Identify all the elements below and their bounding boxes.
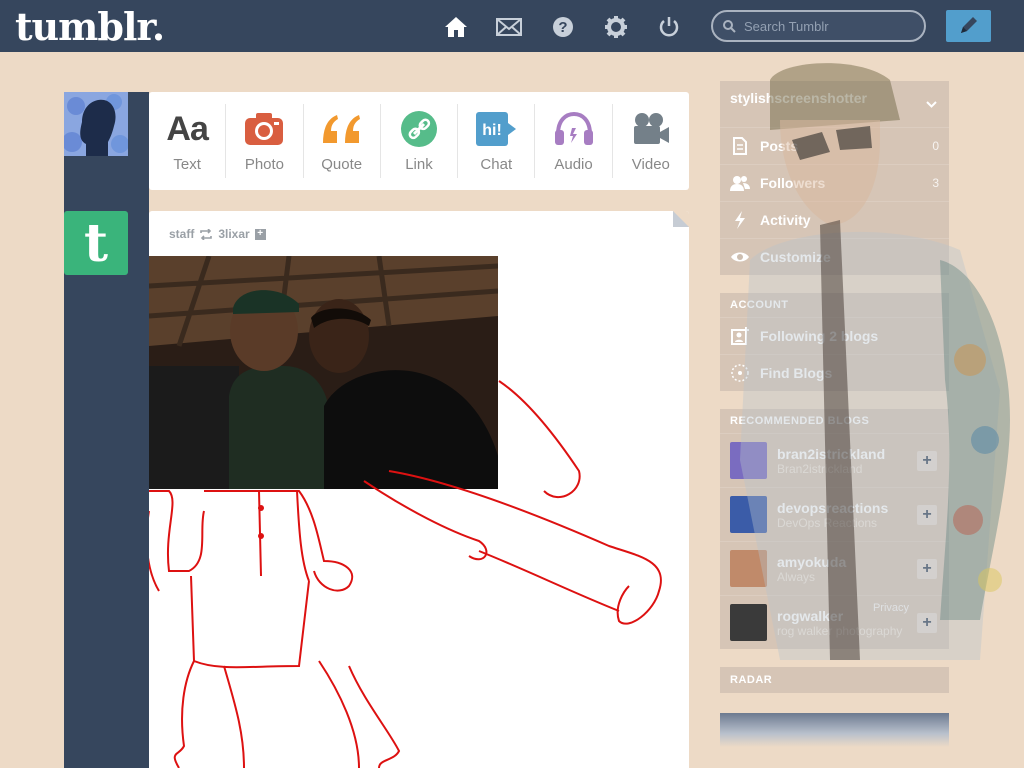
blog-avatar[interactable] xyxy=(730,550,767,587)
sidebar-item-count: 3 xyxy=(932,176,939,190)
post-type-label: Link xyxy=(405,156,433,173)
recommended-blog[interactable]: rogwalker rog walker photography Privacy… xyxy=(720,595,949,649)
svg-text:?: ? xyxy=(558,19,567,36)
post-type-photo[interactable]: Photo xyxy=(226,104,304,178)
search-box[interactable] xyxy=(711,10,926,42)
chat-icon: hi! xyxy=(475,110,517,148)
recommended-blog-title: Always xyxy=(777,569,816,584)
post-type-label: Video xyxy=(631,156,670,173)
post-type-link[interactable]: Link xyxy=(381,104,459,178)
power-icon[interactable] xyxy=(656,14,682,40)
follow-button[interactable]: + xyxy=(917,451,937,471)
chevron-down-icon[interactable] xyxy=(926,95,937,111)
follow-button[interactable]: + xyxy=(917,613,937,633)
follow-button[interactable]: + xyxy=(917,505,937,525)
post-type-audio[interactable]: Audio xyxy=(535,104,613,178)
post-type-quote[interactable]: Quote xyxy=(304,104,381,178)
add-person-icon xyxy=(730,327,750,345)
lightning-icon xyxy=(730,211,750,229)
user-avatar[interactable] xyxy=(64,92,128,156)
document-icon xyxy=(730,137,750,155)
privacy-link[interactable]: Privacy xyxy=(873,602,909,614)
search-input[interactable] xyxy=(744,18,914,34)
sidebar-item-following[interactable]: Following 2 blogs xyxy=(720,317,949,354)
radar-title: RADAR xyxy=(720,667,949,693)
blog-selector[interactable]: stylishscreenshotter xyxy=(720,81,949,127)
camera-icon xyxy=(244,110,284,148)
tumblr-logo[interactable]: tumblr. xyxy=(15,4,165,49)
post-type-label: Audio xyxy=(554,156,593,173)
eye-icon xyxy=(730,251,750,263)
post-type-label: Photo xyxy=(244,156,285,173)
blog-avatar[interactable] xyxy=(730,496,767,533)
account-title: ACCOUNT xyxy=(730,299,789,311)
sidebar-item-label: Followers xyxy=(760,175,826,191)
sidebar-item-count: 0 xyxy=(932,139,939,153)
pencil-icon xyxy=(960,17,977,33)
sidebar-item-label: Activity xyxy=(760,212,811,228)
top-header: tumblr. ? xyxy=(0,0,1024,52)
dashboard-post: staff 3lixar + xyxy=(149,211,689,768)
gear-icon[interactable] xyxy=(603,14,629,40)
compose-button[interactable] xyxy=(946,10,991,42)
help-icon[interactable]: ? xyxy=(550,14,576,40)
recommended-blog[interactable]: devopsreactions DevOps Reactions + xyxy=(720,487,949,541)
recommended-blog-title: rog walker photography xyxy=(777,623,903,638)
sidebar-item-followers[interactable]: Followers 3 xyxy=(720,164,949,201)
post-type-text[interactable]: Aa Text xyxy=(149,104,227,178)
post-type-label: Quote xyxy=(321,156,363,173)
link-icon xyxy=(400,110,438,148)
post-type-bar: Aa Text Photo Quote Link hi! Chat Audio xyxy=(149,92,689,190)
recommended-blog-name[interactable]: amyokuda xyxy=(777,554,846,570)
blog-avatar[interactable] xyxy=(730,442,767,479)
headphones-icon xyxy=(554,110,594,148)
blog-menu: stylishscreenshotter Posts 0 Followers 3… xyxy=(720,81,949,275)
recommended-blog-title: DevOps Reactions xyxy=(777,515,878,530)
blog-avatar[interactable] xyxy=(730,604,767,641)
post-type-video[interactable]: Video xyxy=(613,104,689,178)
home-icon[interactable] xyxy=(443,14,469,40)
sidebar-item-label: Posts xyxy=(760,138,799,154)
recommended-blog-title: Bran2istrickland xyxy=(777,461,863,476)
red-doodle-drawing xyxy=(149,380,662,768)
account-menu: ACCOUNT Following 2 blogs Find Blogs xyxy=(720,293,949,391)
recommended-title: RECOMMENDED BLOGS xyxy=(730,415,870,427)
blog-name: stylishscreenshotter xyxy=(730,90,867,106)
quote-icon xyxy=(321,110,363,148)
recommended-blog-name[interactable]: bran2istrickland xyxy=(777,446,885,462)
recommended-blog[interactable]: amyokuda Always + xyxy=(720,541,949,595)
video-camera-icon xyxy=(631,110,671,148)
right-sidebar: stylishscreenshotter Posts 0 Followers 3… xyxy=(720,81,949,747)
post-type-chat[interactable]: hi! Chat xyxy=(458,104,536,178)
svg-text:hi!: hi! xyxy=(482,122,502,139)
sidebar-item-customize[interactable]: Customize xyxy=(720,238,949,275)
recommended-blog-name[interactable]: devopsreactions xyxy=(777,500,888,516)
radar-post[interactable] xyxy=(720,713,949,747)
sidebar-item-label: Find Blogs xyxy=(760,365,833,381)
sidebar-item-activity[interactable]: Activity xyxy=(720,201,949,238)
compass-icon xyxy=(730,364,750,382)
sidebar-item-posts[interactable]: Posts 0 xyxy=(720,127,949,164)
search-icon xyxy=(723,19,736,33)
recommended-blog[interactable]: bran2istrickland Bran2istrickland + xyxy=(720,433,949,487)
follow-button[interactable]: + xyxy=(917,559,937,579)
people-icon xyxy=(730,175,750,191)
left-dashboard-strip xyxy=(64,92,149,768)
mail-icon[interactable] xyxy=(496,14,522,40)
recommended-blogs: RECOMMENDED BLOGS bran2istrickland Bran2… xyxy=(720,409,949,649)
post-type-label: Chat xyxy=(480,156,513,173)
sidebar-item-label: Customize xyxy=(760,249,831,265)
sidebar-item-label: Following 2 blogs xyxy=(760,328,879,344)
post-type-label: Text xyxy=(173,156,201,173)
sidebar-item-find-blogs[interactable]: Find Blogs xyxy=(720,354,949,391)
staff-avatar[interactable]: t xyxy=(64,211,128,275)
text-icon: Aa xyxy=(166,109,208,148)
